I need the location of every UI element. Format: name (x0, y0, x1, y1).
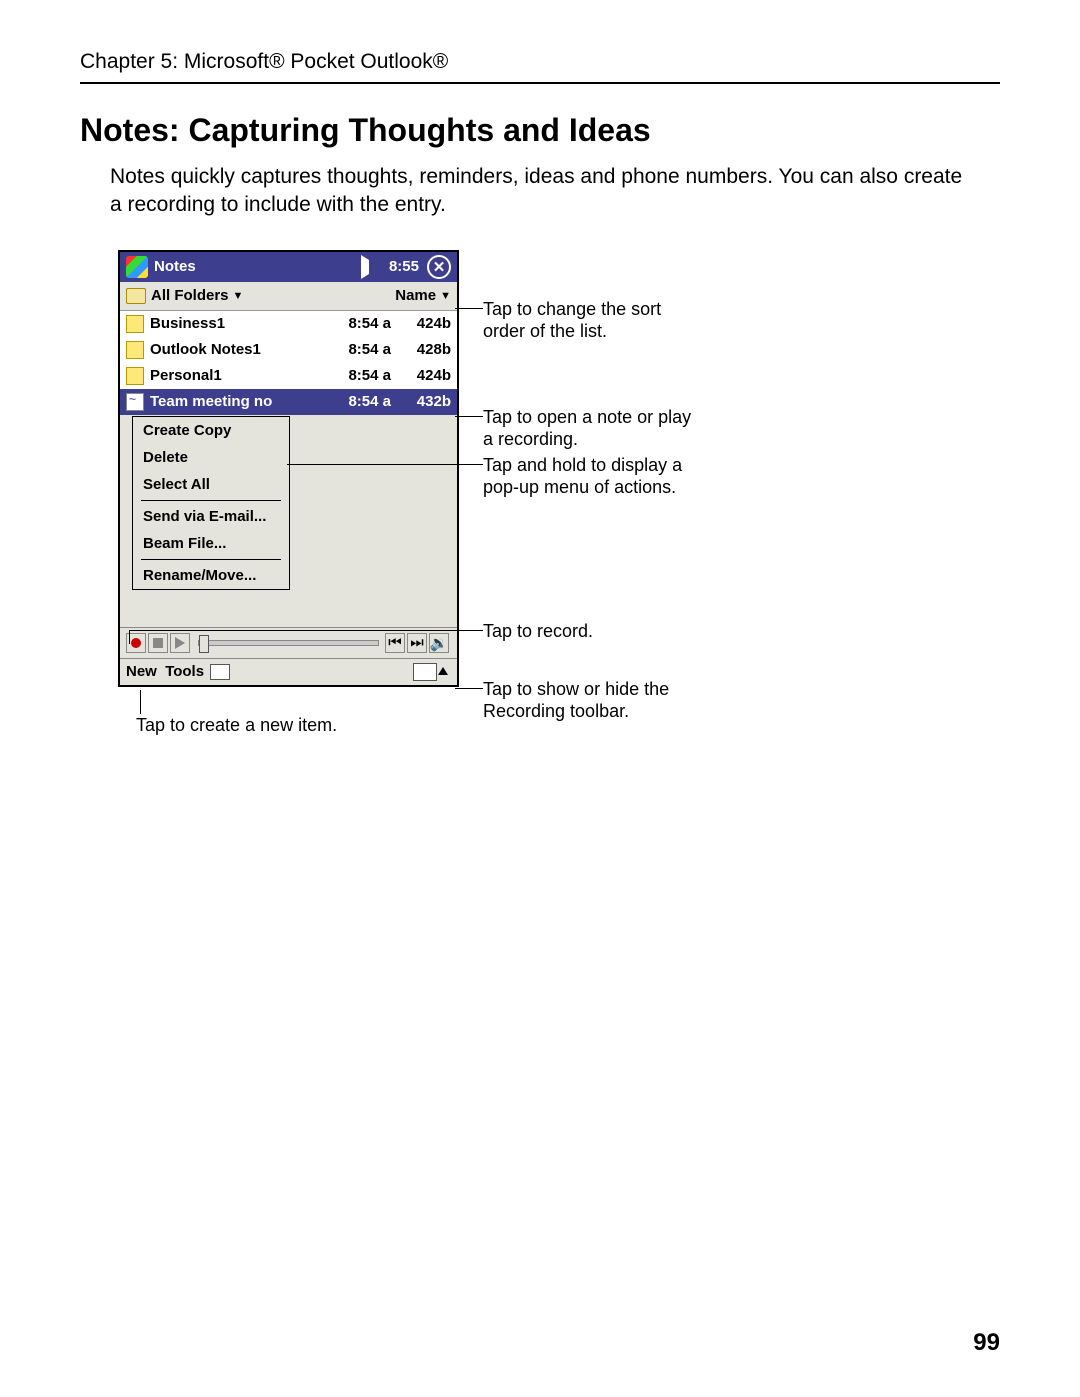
context-menu: Create Copy Delete Select All Send via E… (132, 416, 290, 590)
note-size: 432b (391, 393, 451, 410)
forward-button[interactable]: ⏭ (407, 633, 427, 653)
menu-separator (141, 500, 281, 501)
menu-delete[interactable]: Delete (133, 444, 289, 471)
note-icon (126, 315, 144, 333)
chevron-down-icon: ▼ (233, 290, 244, 302)
note-time: 8:54 a (321, 315, 391, 332)
rewind-button[interactable]: ⏮ (385, 633, 405, 653)
callout-new-item: Tap to create a new item. (136, 714, 366, 737)
callout-sort: Tap to change the sort order of the list… (483, 298, 693, 343)
menu-beam-file[interactable]: Beam File... (133, 530, 289, 557)
menu-select-all[interactable]: Select All (133, 471, 289, 498)
note-time: 8:54 a (321, 393, 391, 410)
callout-open: Tap to open a note or play a recording. (483, 406, 703, 451)
callout-hold: Tap and hold to display a pop-up menu of… (483, 454, 713, 499)
list-item[interactable]: Outlook Notes1 8:54 a 428b (120, 337, 457, 363)
device-screenshot: Notes 8:55 ✕ All Folders ▼ Name ▼ Busine… (118, 250, 459, 687)
chapter-header: Chapter 5: Microsoft® Pocket Outlook® (80, 50, 1000, 74)
menu-bar: New Tools (120, 659, 457, 685)
note-time: 8:54 a (321, 367, 391, 384)
toolbar-toggle-icon[interactable] (210, 664, 230, 680)
start-flag-icon[interactable] (126, 256, 148, 278)
menu-separator (141, 559, 281, 560)
notes-list: Business1 8:54 a 424b Outlook Notes1 8:5… (120, 311, 457, 415)
app-title: Notes (154, 258, 196, 275)
recording-toolbar: ⏮ ⏭ 🔉 (120, 627, 457, 659)
note-size: 428b (391, 341, 451, 358)
clock: 8:55 (389, 258, 419, 275)
note-name: Team meeting no (150, 393, 321, 410)
list-item[interactable]: Personal1 8:54 a 424b (120, 363, 457, 389)
folder-bar: All Folders ▼ Name ▼ (120, 282, 457, 311)
menu-create-copy[interactable]: Create Copy (133, 417, 289, 444)
keyboard-icon[interactable] (413, 663, 437, 681)
callout-record: Tap to record. (483, 620, 683, 643)
divider (80, 82, 1000, 84)
window-titlebar: Notes 8:55 ✕ (120, 252, 457, 282)
folder-dropdown[interactable]: All Folders (151, 287, 229, 304)
note-name: Business1 (150, 315, 321, 332)
note-name: Personal1 (150, 367, 321, 384)
recording-icon (126, 393, 144, 411)
note-name: Outlook Notes1 (150, 341, 321, 358)
chevron-down-icon: ▼ (440, 290, 451, 302)
section-heading: Notes: Capturing Thoughts and Ideas (80, 112, 1000, 149)
note-icon (126, 341, 144, 359)
list-item-selected[interactable]: Team meeting no 8:54 a 432b (120, 389, 457, 415)
stop-button[interactable] (148, 633, 168, 653)
folder-icon (126, 288, 146, 304)
list-item[interactable]: Business1 8:54 a 424b (120, 311, 457, 337)
note-size: 424b (391, 315, 451, 332)
play-button[interactable] (170, 633, 190, 653)
menu-tools[interactable]: Tools (165, 663, 204, 680)
speaker-icon[interactable] (361, 255, 383, 279)
intro-paragraph: Notes quickly captures thoughts, reminde… (110, 163, 970, 220)
menu-rename-move[interactable]: Rename/Move... (133, 562, 289, 589)
close-icon[interactable]: ✕ (427, 255, 451, 279)
note-icon (126, 367, 144, 385)
page-number: 99 (973, 1329, 1000, 1357)
callout-show-toolbar: Tap to show or hide the Recording toolba… (483, 678, 703, 723)
volume-button[interactable]: 🔉 (429, 633, 449, 653)
note-time: 8:54 a (321, 341, 391, 358)
menu-send-email[interactable]: Send via E-mail... (133, 503, 289, 530)
progress-slider[interactable] (198, 640, 379, 646)
menu-new[interactable]: New (126, 663, 157, 680)
sort-dropdown[interactable]: Name (395, 287, 436, 304)
note-size: 424b (391, 367, 451, 384)
